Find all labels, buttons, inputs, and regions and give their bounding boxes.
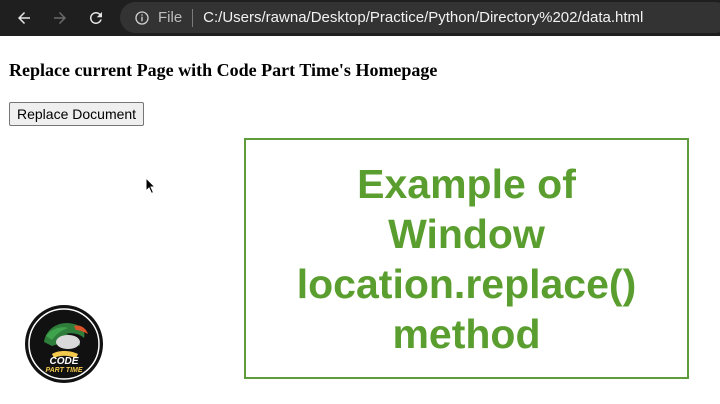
info-icon[interactable]	[134, 10, 150, 26]
title-line-1: Example of	[357, 160, 576, 207]
title-card: Example of Window location.replace() met…	[244, 138, 689, 379]
address-bar[interactable]: File C:/Users/rawna/Desktop/Practice/Pyt…	[120, 2, 720, 33]
replace-document-button[interactable]: Replace Document	[9, 102, 145, 126]
arrow-right-icon	[54, 12, 66, 24]
title-line-4: method	[392, 310, 541, 357]
back-button[interactable]	[6, 0, 42, 36]
reload-button[interactable]	[78, 0, 114, 36]
mouse-cursor-icon	[145, 177, 157, 195]
omnibox-divider	[192, 8, 194, 27]
reload-icon	[89, 11, 102, 24]
logo-line-1: CODE	[50, 356, 79, 367]
title-line-3: location.replace()	[296, 260, 637, 307]
title-line-2: Window	[388, 210, 545, 257]
arrow-left-icon	[18, 12, 30, 24]
url-text[interactable]: C:/Users/rawna/Desktop/Practice/Python/D…	[203, 9, 643, 26]
browser-toolbar: File C:/Users/rawna/Desktop/Practice/Pyt…	[0, 0, 720, 36]
code-part-time-logo: CODE PART TIME	[23, 303, 105, 385]
page-heading: Replace current Page with Code Part Time…	[9, 60, 438, 80]
scheme-label: File	[158, 9, 183, 26]
forward-button[interactable]	[42, 0, 78, 36]
logo-line-2: PART TIME	[45, 367, 82, 374]
